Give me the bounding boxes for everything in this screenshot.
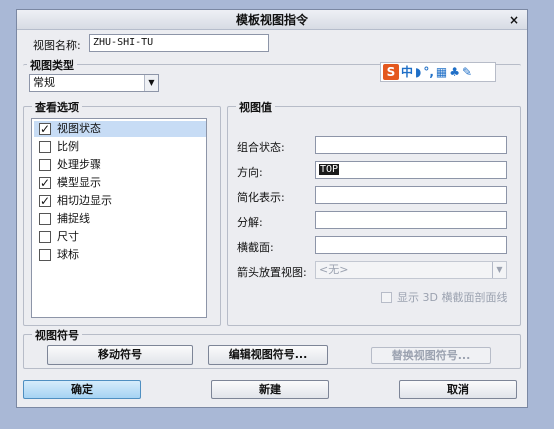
list-item-label: 捕捉线 [57, 212, 90, 225]
view-name-label: 视图名称: [33, 39, 81, 52]
dialog-title: 模板视图指令 [17, 10, 527, 30]
list-item-dimensions[interactable]: 尺寸 [34, 229, 206, 245]
checkbox-process-steps[interactable] [39, 159, 51, 171]
view-type-value: 常规 [33, 76, 55, 89]
list-item-tangent-edge[interactable]: ✓ 相切边显示 [34, 193, 206, 209]
show-3d-checkbox[interactable] [381, 292, 392, 303]
list-item-label: 处理步骤 [57, 158, 101, 171]
new-button[interactable]: 新建 [211, 380, 329, 399]
view-options-title: 查看选项 [32, 99, 82, 115]
chevron-down-icon[interactable]: ▼ [144, 75, 158, 91]
list-item-label: 球标 [57, 248, 79, 261]
skin-icon[interactable]: ♣ [449, 64, 460, 80]
keyboard-icon[interactable]: ▦ [436, 64, 447, 80]
list-item-label: 模型显示 [57, 176, 101, 189]
view-type-select[interactable]: 常规 ▼ [29, 74, 159, 92]
sogou-logo-icon[interactable]: S [383, 64, 399, 80]
cross-section-label: 横截面: [237, 241, 274, 254]
ime-toolbar: S 中 ◗ °, ▦ ♣ ✎ [380, 62, 496, 82]
arrow-view-value: <无> [319, 263, 349, 276]
combined-state-label: 组合状态: [237, 141, 285, 154]
simplified-rep-label: 简化表示: [237, 191, 285, 204]
template-view-dialog: 模板视图指令 × 视图名称: ZHU-SHI-TU 视图类型 常规 ▼ S 中 … [16, 9, 528, 408]
arrow-view-select[interactable]: <无> ▼ [315, 261, 507, 279]
move-symbol-button[interactable]: 移动符号 [47, 345, 193, 365]
list-item-balloons[interactable]: 球标 [34, 247, 206, 263]
checkbox-scale[interactable] [39, 141, 51, 153]
list-item-snap-lines[interactable]: 捕捉线 [34, 211, 206, 227]
view-name-field[interactable]: ZHU-SHI-TU [89, 34, 269, 52]
view-type-title: 视图类型 [27, 57, 77, 73]
list-item-label: 尺寸 [57, 230, 79, 243]
list-item-model-display[interactable]: ✓ 模型显示 [34, 175, 206, 191]
ok-button[interactable]: 确定 [23, 380, 141, 399]
list-item-process-steps[interactable]: 处理步骤 [34, 157, 206, 173]
checkbox-model-display[interactable]: ✓ [39, 177, 51, 189]
moon-icon[interactable]: ◗ [415, 64, 421, 80]
punctuation-icon[interactable]: °, [423, 64, 434, 80]
close-icon[interactable]: × [507, 10, 521, 30]
list-item-scale[interactable]: 比例 [34, 139, 206, 155]
replace-view-symbol-button[interactable]: 替换视图符号... [371, 347, 491, 364]
arrow-view-label: 箭头放置视图: [237, 266, 307, 279]
ime-mode-toggle[interactable]: 中 [401, 64, 413, 80]
orientation-field[interactable]: TOP [315, 161, 507, 179]
simplified-rep-field[interactable] [315, 186, 507, 204]
cross-section-field[interactable] [315, 236, 507, 254]
list-item-label: 相切边显示 [57, 194, 112, 207]
list-item-label: 比例 [57, 140, 79, 153]
explode-label: 分解: [237, 216, 263, 229]
wrench-icon[interactable]: ✎ [462, 64, 472, 80]
checkbox-view-state[interactable]: ✓ [39, 123, 51, 135]
list-item-label: 视图状态 [57, 122, 101, 135]
edit-view-symbol-button[interactable]: 编辑视图符号... [208, 345, 328, 365]
combined-state-field[interactable] [315, 136, 507, 154]
explode-field[interactable] [315, 211, 507, 229]
checkbox-snap-lines[interactable] [39, 213, 51, 225]
list-item-view-state[interactable]: ✓ 视图状态 [34, 121, 206, 137]
checkbox-balloons[interactable] [39, 249, 51, 261]
orientation-value: TOP [319, 164, 340, 175]
chevron-down-icon[interactable]: ▼ [492, 262, 506, 278]
cancel-button[interactable]: 取消 [399, 380, 517, 399]
show-3d-label: 显示 3D 横截面剖面线 [397, 291, 508, 304]
view-options-list[interactable]: ✓ 视图状态 比例 处理步骤 ✓ 模型显示 ✓ 相切边显示 捕捉线 尺寸 球标 [31, 118, 207, 318]
checkbox-dimensions[interactable] [39, 231, 51, 243]
view-symbol-title: 视图符号 [32, 327, 82, 343]
checkbox-tangent-edge[interactable]: ✓ [39, 195, 51, 207]
view-values-title: 视图值 [236, 99, 275, 115]
orientation-label: 方向: [237, 166, 263, 179]
show-3d-option[interactable]: 显示 3D 横截面剖面线 [381, 289, 507, 305]
